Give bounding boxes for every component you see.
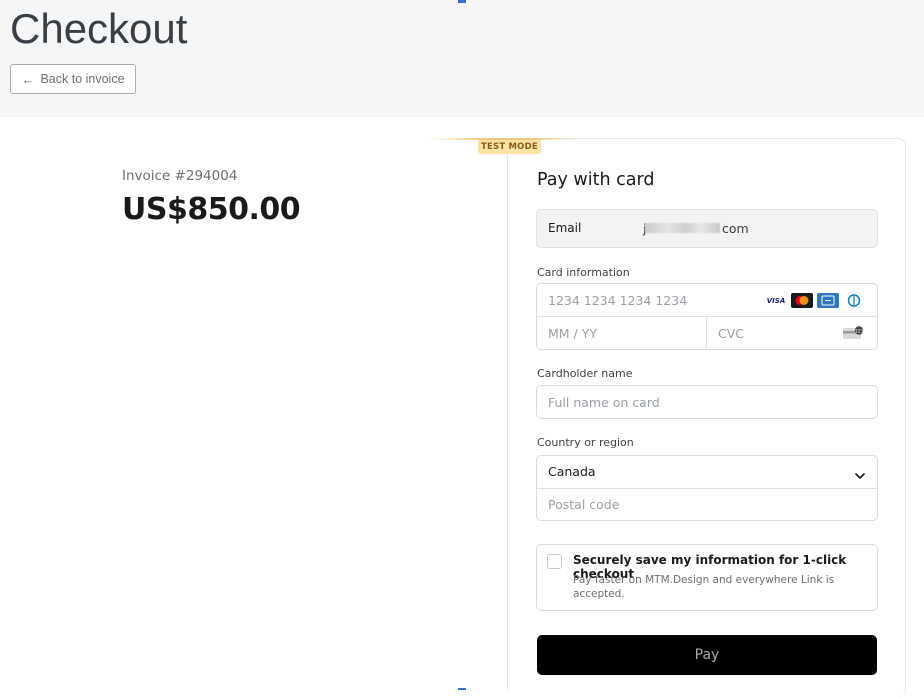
card-information-group: 1234 1234 1234 1234 VISA MM / YY CVC 123: [536, 283, 878, 350]
card-col-divider: [706, 317, 707, 349]
expiry-input[interactable]: MM / YY: [548, 326, 597, 341]
back-to-invoice-button[interactable]: ← Back to invoice: [10, 64, 136, 94]
card-info-label: Card information: [537, 266, 630, 279]
email-field[interactable]: Email j com: [536, 209, 878, 248]
cardholder-name-input[interactable]: Full name on card: [536, 385, 878, 419]
card-number-input[interactable]: 1234 1234 1234 1234: [548, 293, 687, 308]
page-title: Checkout: [10, 5, 188, 52]
email-redaction: [645, 223, 720, 233]
amex-icon: [817, 293, 839, 308]
card-row-divider: [537, 316, 877, 317]
svg-text:123: 123: [855, 328, 864, 334]
diners-icon: [843, 293, 865, 308]
country-label: Country or region: [537, 436, 634, 449]
arrow-left-icon: ←: [21, 71, 35, 87]
back-button-label: Back to invoice: [40, 72, 125, 86]
invoice-amount: US$850.00: [122, 192, 301, 227]
page-header: Checkout ← Back to invoice: [0, 0, 924, 117]
mastercard-icon: [791, 293, 813, 308]
pay-with-card-title: Pay with card: [537, 170, 655, 190]
card-brands: VISA: [765, 293, 865, 308]
save-info-description: Pay faster on MTM.Design and everywhere …: [573, 574, 835, 600]
cvc-input[interactable]: CVC: [718, 326, 744, 341]
save-info-checkbox[interactable]: [547, 554, 562, 569]
test-mode-badge: TEST MODE: [478, 140, 541, 154]
invoice-number: Invoice #294004: [122, 168, 238, 184]
country-select[interactable]: Canada: [548, 464, 596, 479]
cardholder-placeholder: Full name on card: [548, 395, 660, 410]
email-label: Email: [548, 221, 582, 235]
postal-code-input[interactable]: Postal code: [548, 497, 619, 512]
email-value-suffix: com: [722, 221, 749, 236]
visa-icon: VISA: [765, 293, 787, 308]
pay-button[interactable]: Pay: [537, 635, 877, 675]
cardholder-label: Cardholder name: [537, 367, 633, 380]
panel-divider: [507, 152, 508, 690]
country-region-group: Canada Postal code: [536, 455, 878, 521]
top-marker: [458, 0, 466, 3]
save-info-box: Securely save my information for 1-click…: [536, 544, 878, 611]
cvc-card-icon: 123: [843, 325, 865, 344]
country-divider: [537, 488, 877, 489]
chevron-down-icon[interactable]: [854, 466, 866, 485]
